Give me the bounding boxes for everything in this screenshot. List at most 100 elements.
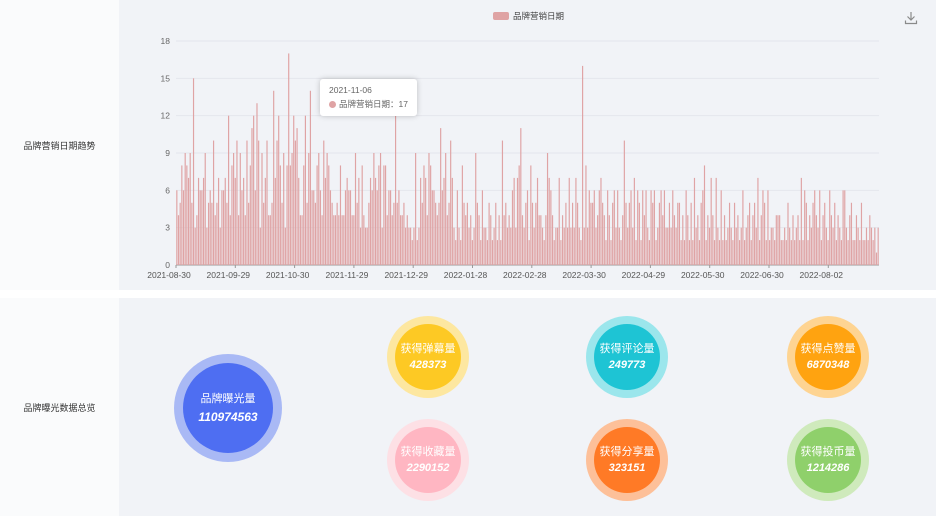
bar	[246, 140, 248, 265]
bar	[577, 202, 579, 265]
x-tick-label: 2021-10-30	[266, 270, 310, 280]
bar	[665, 227, 667, 265]
bar	[383, 165, 385, 265]
bar	[760, 215, 762, 265]
bar	[688, 240, 691, 265]
bar	[301, 215, 303, 265]
bar	[503, 215, 505, 265]
bar	[314, 202, 317, 265]
bar	[251, 128, 253, 265]
y-tick-label: 0	[165, 260, 170, 270]
bar	[692, 240, 694, 265]
bar	[339, 165, 342, 265]
bar	[471, 240, 473, 265]
bar	[448, 202, 450, 265]
bar	[249, 165, 251, 265]
bar	[344, 190, 347, 265]
bar	[266, 140, 268, 265]
bar	[536, 177, 539, 265]
bar	[430, 165, 432, 265]
bar	[702, 190, 704, 265]
bar	[368, 202, 370, 265]
bar	[779, 215, 781, 265]
bar	[182, 190, 185, 265]
bar	[326, 153, 328, 265]
x-tick-label: 2022-05-30	[681, 270, 725, 280]
trend-chart: 0 3 6 9 12 15 18 2021-08-30 2021-09-29 2021-10-30…	[147, 11, 879, 280]
bar	[289, 165, 291, 265]
bar	[572, 202, 574, 265]
bar	[209, 190, 211, 265]
bar	[268, 215, 270, 265]
bar	[231, 165, 233, 265]
bar	[566, 227, 569, 265]
bar	[784, 227, 786, 265]
bar	[521, 215, 524, 265]
bar	[608, 215, 610, 265]
bar	[740, 227, 742, 265]
bar	[685, 190, 687, 265]
bar	[822, 215, 824, 265]
bar	[465, 215, 467, 265]
bar	[525, 202, 527, 265]
shares-bubble: 获得分享量 323151	[586, 419, 668, 501]
bar	[398, 190, 400, 265]
bar	[336, 202, 338, 265]
bar	[670, 227, 672, 265]
bar	[186, 165, 188, 265]
bar	[623, 140, 625, 265]
exposure-bubble: 品牌曝光量 110974563	[174, 354, 282, 462]
bar	[759, 240, 761, 265]
bar	[313, 190, 315, 265]
bar	[293, 115, 295, 266]
bar	[273, 90, 275, 266]
bar	[845, 227, 848, 265]
legend-swatch	[493, 12, 509, 20]
bar	[261, 153, 263, 265]
bar	[718, 240, 721, 265]
bar	[673, 215, 676, 265]
tooltip-row: 品牌营销日期：17	[329, 98, 408, 110]
bar	[349, 190, 352, 265]
bar	[738, 240, 741, 265]
section-divider	[0, 290, 936, 298]
bar	[478, 215, 480, 265]
bar	[191, 202, 193, 265]
bar	[668, 202, 671, 265]
x-tick-label: 2022-04-29	[622, 270, 666, 280]
bar	[311, 190, 313, 265]
bar	[864, 240, 866, 265]
bar	[241, 190, 243, 265]
download-icon[interactable]	[903, 10, 919, 26]
bar	[622, 215, 624, 265]
bar	[176, 190, 178, 265]
y-tick-label: 9	[165, 148, 170, 158]
danmaku-bubble-core: 获得弹幕量 428373	[395, 324, 461, 390]
legend-label: 品牌营销日期	[513, 11, 564, 21]
bar	[189, 153, 191, 265]
bar	[211, 202, 213, 265]
favorites-label: 获得收藏量	[400, 445, 456, 458]
bar	[775, 215, 777, 265]
bar	[657, 227, 659, 265]
bar	[187, 177, 190, 265]
bar	[735, 227, 737, 265]
bar	[593, 190, 595, 265]
trend-row-label: 品牌营销日期趋势	[0, 0, 119, 290]
bar	[565, 202, 567, 265]
bar	[698, 240, 701, 265]
bar	[413, 227, 415, 265]
bar	[787, 202, 789, 265]
bar	[834, 202, 836, 265]
bar	[655, 240, 657, 265]
bar	[288, 53, 290, 265]
bar	[605, 240, 607, 265]
bar	[590, 202, 592, 265]
bar	[238, 215, 240, 265]
bar	[802, 240, 804, 265]
bar	[682, 215, 684, 265]
bar	[615, 227, 617, 265]
bar	[705, 240, 707, 265]
bar	[725, 240, 727, 265]
bar	[757, 177, 759, 265]
